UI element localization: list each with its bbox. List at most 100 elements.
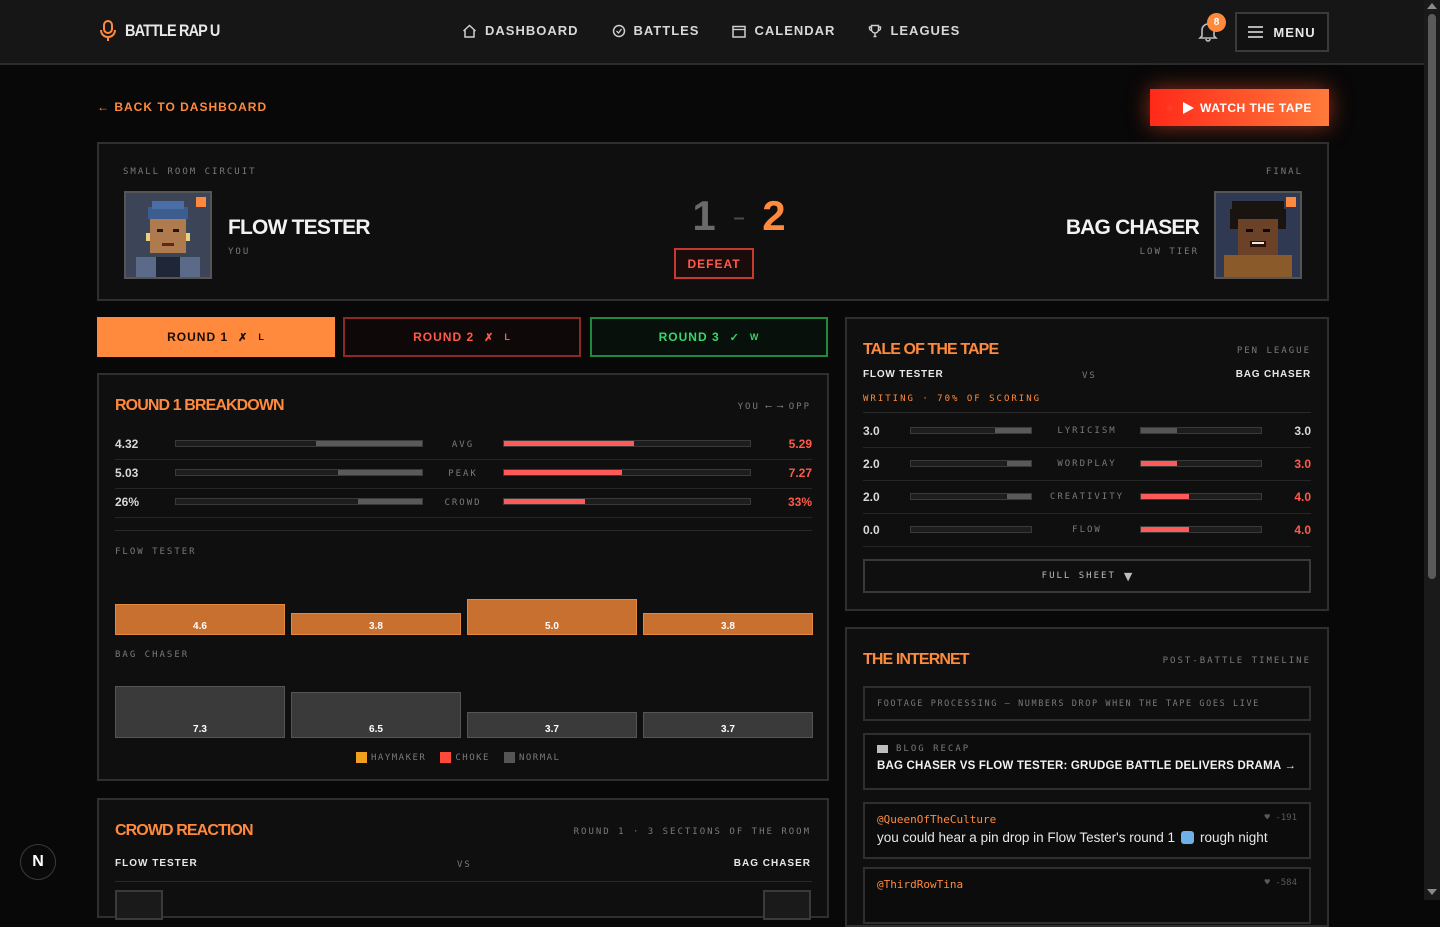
round-breakdown-panel: ROUND 1 BREAKDOWN YOU ⟵ ⟶ OPP 4.32 AVG 5.2… (97, 373, 829, 781)
bar-haymaker[interactable]: 4.6 (115, 604, 285, 635)
tab-round-1[interactable]: ROUND 1 ✗ L (97, 317, 335, 357)
tape-you-track (910, 427, 1032, 434)
nav-battles-label: BATTLES (633, 23, 700, 38)
back-to-dashboard-link[interactable]: ← BACK TO DASHBOARD (97, 100, 267, 114)
stat-you-fill (338, 470, 422, 475)
stat-you-fill (316, 441, 422, 446)
post-handle[interactable]: @ThirdRowTina (877, 878, 963, 891)
logo[interactable]: BATTLE RAP U (99, 20, 236, 42)
notification-badge: 8 (1207, 13, 1226, 32)
full-sheet-button[interactable]: FULL SHEET ▼ (863, 559, 1311, 593)
stat-you-value: 4.32 (115, 437, 139, 451)
bar-legend: HAYMAKER CHOKE NORMAL (356, 752, 574, 763)
stat-opp-fill (504, 441, 635, 446)
record-dot-icon (1167, 104, 1174, 111)
you-key-label: YOU (737, 402, 760, 412)
crowd-right-name: BAG CHASER (733, 858, 811, 869)
nav-calendar[interactable]: CALENDAR (732, 23, 835, 38)
bar-haymaker[interactable]: 3.8 (291, 613, 461, 635)
nav-dashboard-label: DASHBOARD (485, 23, 579, 38)
bar-haymaker[interactable]: 3.8 (643, 613, 813, 635)
tab-round-1-label: ROUND 1 (167, 330, 229, 344)
dev-tools-button[interactable]: N (20, 844, 56, 880)
scoreline: 1 – 2 (673, 192, 805, 240)
tape-opp-track (1140, 526, 1262, 533)
score-separator: – (733, 207, 745, 230)
stat-row: 26% CROWD 33% (115, 489, 812, 518)
crowd-meta: ROUND 1 · 3 SECTIONS OF THE ROOM (573, 827, 811, 837)
arrow-left-icon: ⟵ (765, 402, 772, 412)
post-handle[interactable]: @QueenOfTheCulture (877, 813, 996, 826)
watch-the-tape-button[interactable]: WATCH THE TAPE (1150, 89, 1329, 126)
internet-title: THE INTERNET (863, 651, 970, 668)
you-bars-label: FLOW TESTER (115, 547, 197, 557)
newspaper-icon (877, 745, 888, 753)
bar-normal[interactable]: 7.3 (115, 686, 285, 738)
tab-round-2-result: L (504, 332, 511, 342)
tape-you-value: 0.0 (863, 523, 880, 537)
tab-round-3[interactable]: ROUND 3 ✓ W (590, 317, 828, 357)
breakdown-title: ROUND 1 BREAKDOWN (115, 397, 285, 414)
divider (115, 881, 812, 882)
crowd-left-name: FLOW TESTER (115, 858, 198, 869)
divider (863, 412, 1311, 413)
menu-button[interactable]: MENU (1235, 12, 1329, 52)
tab-round-2-mark: ✗ (484, 331, 495, 344)
tape-opp-value: 3.0 (1294, 457, 1311, 471)
bar-value: 3.8 (721, 621, 735, 632)
opp-key-label: OPP (788, 402, 811, 412)
opp-bars-label: BAG CHASER (115, 650, 190, 660)
nav-battles[interactable]: BATTLES (612, 23, 700, 38)
internet-meta: POST-BATTLE TIMELINE (1162, 656, 1311, 666)
post-card[interactable]: @ThirdRowTina ♥ -584 (863, 867, 1311, 924)
nav-dashboard[interactable]: DASHBOARD (462, 23, 579, 38)
scroll-up-icon[interactable] (1427, 3, 1437, 9)
blog-title: BAG CHASER VS FLOW TESTER: GRUDGE BATTLE… (877, 760, 1297, 772)
tape-row: 2.0 WORDPLAY 3.0 (863, 448, 1311, 481)
stat-label: AVG (451, 440, 475, 450)
left-fighter-name: FLOW TESTER (228, 216, 370, 239)
footage-notice: FOOTAGE PROCESSING — NUMBERS DROP WHEN T… (863, 686, 1311, 721)
tab-round-3-mark: ✓ (729, 331, 740, 344)
trophy-icon (869, 24, 882, 37)
bar-value: 3.7 (545, 724, 559, 735)
stat-you-fill (358, 499, 422, 504)
stat-opp-track (503, 469, 751, 476)
microphone-icon (100, 20, 116, 41)
matchup-card: SMALL ROOM CIRCUIT FINAL FLOW TESTER YOU… (97, 142, 1329, 301)
tab-round-2[interactable]: ROUND 2 ✗ L (343, 317, 581, 357)
bar-normal[interactable]: 3.7 (643, 712, 813, 738)
tape-opp-fill (1141, 527, 1189, 532)
legend-choke: CHOKE (440, 752, 490, 763)
avatar-flow-tester[interactable] (124, 191, 212, 279)
tape-title: TALE OF THE TAPE (863, 341, 999, 358)
stat-you-track (175, 469, 423, 476)
stat-opp-fill (504, 499, 586, 504)
bar-normal[interactable]: 3.7 (467, 712, 637, 738)
legend-haymaker: HAYMAKER (356, 752, 426, 763)
tape-you-value: 2.0 (863, 490, 880, 504)
battles-icon (612, 24, 625, 37)
scroll-down-icon[interactable] (1427, 889, 1437, 895)
blog-recap-card[interactable]: BLOG RECAP BAG CHASER VS FLOW TESTER: GR… (863, 733, 1311, 790)
post-card[interactable]: @QueenOfTheCulture ♥ -191 you could hear… (863, 802, 1311, 859)
menu-label: MENU (1273, 24, 1316, 40)
arrow-right-icon: ⟶ (777, 402, 783, 412)
result-badge: DEFEAT (674, 248, 754, 279)
crowd-section-right (763, 890, 811, 920)
blog-tag-label: BLOG RECAP (896, 744, 971, 754)
bar-haymaker[interactable]: 5.0 (467, 599, 637, 635)
bar-normal[interactable]: 6.5 (291, 692, 461, 738)
crowd-section-left (115, 890, 163, 920)
crowd-reaction-panel: CROWD REACTION ROUND 1 · 3 SECTIONS OF T… (97, 798, 829, 920)
crowd-vs: VS (457, 860, 472, 870)
tape-you-track (910, 493, 1032, 500)
avatar-corner-marker (1286, 197, 1296, 207)
scrollbar-thumb[interactable] (1428, 14, 1436, 579)
nav-leagues-label: LEAGUES (890, 23, 961, 38)
avatar-bag-chaser[interactable] (1214, 191, 1302, 279)
tape-league: PEN LEAGUE (1236, 346, 1311, 356)
match-status: FINAL (1265, 167, 1303, 177)
nav-leagues[interactable]: LEAGUES (868, 23, 960, 38)
tape-opp-fill (1141, 494, 1189, 499)
